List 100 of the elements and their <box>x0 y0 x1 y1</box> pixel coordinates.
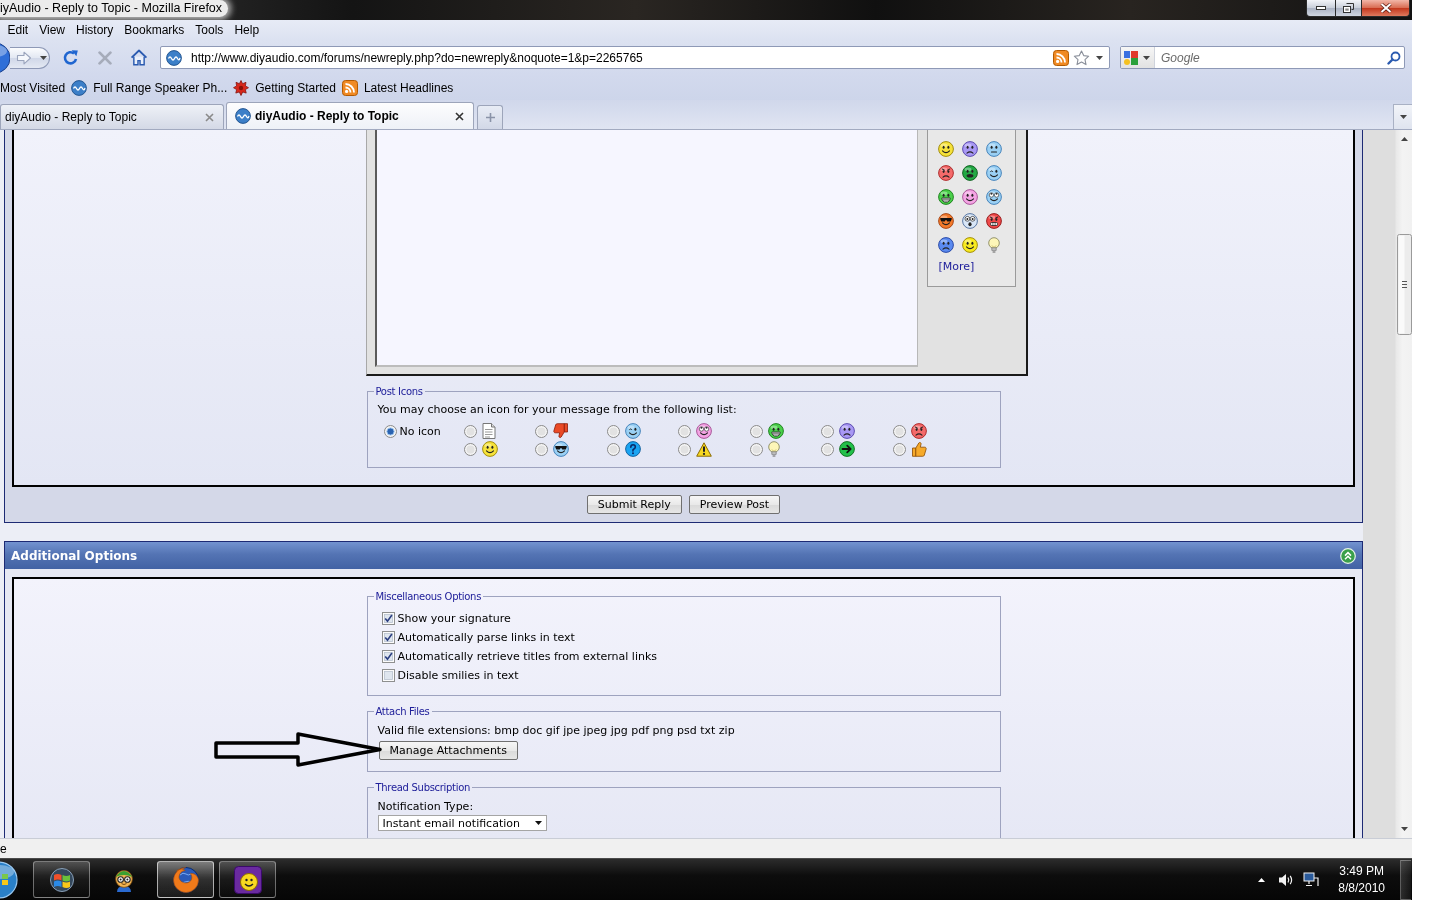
site-icon <box>71 79 88 96</box>
minimize-button[interactable] <box>1306 0 1336 17</box>
menu-item[interactable]: View <box>33 21 71 39</box>
sad-face-icon <box>839 423 855 439</box>
bookmark-item[interactable]: Most Visited <box>0 77 66 98</box>
close-icon[interactable] <box>455 111 464 121</box>
menu-item[interactable]: Tools <box>189 21 229 39</box>
back-button[interactable] <box>0 41 10 74</box>
new-tab-button[interactable] <box>477 105 503 129</box>
bookmark-star-icon[interactable] <box>1073 49 1090 66</box>
menu-item[interactable]: Help <box>228 21 265 39</box>
taskbar-button[interactable] <box>33 861 90 898</box>
flag-icon <box>48 867 75 892</box>
frowning-face-icon[interactable] <box>937 237 954 253</box>
clock-date: 8/8/2010 <box>1338 879 1385 897</box>
radio-button[interactable] <box>892 442 906 456</box>
network-icon[interactable] <box>1303 872 1320 887</box>
form-button[interactable]: Submit Reply <box>586 495 682 514</box>
tab[interactable]: diyAudio - Reply to Topic <box>0 104 224 129</box>
reload-icon[interactable] <box>62 48 79 67</box>
volume-icon[interactable] <box>1278 872 1295 887</box>
menu-item[interactable]: Bookmarks <box>118 21 190 39</box>
start-button[interactable] <box>0 860 18 899</box>
checkbox[interactable] <box>381 631 395 644</box>
plus-icon <box>485 113 495 122</box>
radio-button[interactable] <box>821 424 834 438</box>
radio-button[interactable] <box>678 442 691 456</box>
menu-item[interactable]: Edit <box>2 21 34 39</box>
status-text: e <box>0 841 7 856</box>
caret-icon[interactable] <box>1096 55 1103 60</box>
notification-type-select[interactable]: Instant email notification <box>377 815 547 831</box>
eye-roll-face-icon[interactable] <box>985 189 1002 205</box>
smiley-face-icon <box>696 423 712 439</box>
shocked-face-icon[interactable] <box>961 213 978 229</box>
radio-button[interactable] <box>749 442 763 456</box>
search-engine-button[interactable] <box>1121 47 1155 68</box>
checkbox[interactable] <box>381 669 395 682</box>
bookmark-item[interactable]: Latest Headlines <box>341 77 454 98</box>
address-bar[interactable]: http://www.diyaudio.com/forums/newreply.php?do=newreply&noquote=1&p=2265765 <box>160 46 1110 69</box>
radio-button[interactable] <box>535 424 548 438</box>
scrollbar-thumb[interactable] <box>1396 234 1412 335</box>
mad-face-icon[interactable] <box>985 213 1002 229</box>
confused-face-icon[interactable] <box>985 141 1002 157</box>
window-title: iyAudio - Reply to Topic - Mozilla Firefox <box>0 0 229 17</box>
radio-button[interactable] <box>749 424 763 438</box>
close-icon <box>1379 3 1392 13</box>
menu-item[interactable]: History <box>70 21 119 39</box>
forward-button[interactable] <box>10 46 50 69</box>
more-smilies-link[interactable]: [More] <box>938 260 975 274</box>
winking-face-icon[interactable] <box>985 165 1002 181</box>
radio-button[interactable] <box>383 424 397 438</box>
vertical-scrollbar[interactable] <box>1395 130 1412 838</box>
radio-button[interactable] <box>463 442 477 456</box>
radio-button[interactable] <box>892 424 906 438</box>
manage-attachments-button[interactable]: Manage Attachments <box>378 741 518 760</box>
form-button[interactable]: Preview Post <box>688 495 781 514</box>
checkbox[interactable] <box>381 612 395 625</box>
feed-icon[interactable] <box>1053 49 1069 66</box>
home-icon[interactable] <box>130 49 148 66</box>
search-field[interactable]: Google <box>1120 46 1405 69</box>
group-legend: Post Icons <box>373 385 425 398</box>
tab[interactable]: diyAudio - Reply to Topic <box>226 102 474 129</box>
radio-label: No icon <box>399 424 441 438</box>
show-desktop-button[interactable] <box>1400 859 1411 900</box>
angry-face-icon[interactable] <box>937 165 954 181</box>
group-legend: Miscellaneous Options <box>373 590 484 603</box>
field-label: Notification Type: <box>377 800 475 814</box>
laughing-face-icon[interactable] <box>961 165 978 181</box>
globe-icon <box>171 865 200 894</box>
checkbox-label: Automatically retrieve titles from external links <box>397 650 658 663</box>
smiley-face-icon[interactable] <box>961 189 978 205</box>
radio-button[interactable] <box>678 424 691 438</box>
scroll-down-icon[interactable] <box>1400 827 1408 831</box>
collapse-icon[interactable] <box>1340 547 1356 564</box>
restore-button[interactable] <box>1336 0 1362 17</box>
cartoon-character-icon <box>113 867 134 892</box>
taskbar-button[interactable] <box>219 861 276 898</box>
search-icon[interactable] <box>1387 50 1401 65</box>
bookmark-item[interactable]: Full Range Speaker Ph... <box>71 77 228 98</box>
caret-icon <box>1399 115 1407 119</box>
scroll-up-icon[interactable] <box>1400 137 1408 141</box>
sad-face-icon[interactable] <box>961 141 978 157</box>
checkbox[interactable] <box>381 650 395 663</box>
radio-button[interactable] <box>606 424 620 438</box>
caret-icon <box>534 821 542 825</box>
bookmark-item[interactable]: Getting Started <box>233 77 336 98</box>
radio-button[interactable] <box>463 424 477 438</box>
clock-time: 3:49 PM <box>1339 862 1384 880</box>
smiley-face-icon[interactable] <box>961 237 978 253</box>
grinning-face-icon[interactable] <box>937 189 954 205</box>
tab-list-button[interactable] <box>1393 104 1412 129</box>
close-button[interactable] <box>1362 0 1410 17</box>
taskbar-button[interactable] <box>157 861 214 898</box>
radio-button[interactable] <box>821 442 834 456</box>
smiley-face-icon[interactable] <box>937 141 954 157</box>
tray-expand-icon[interactable] <box>1258 877 1266 882</box>
radio-button[interactable] <box>535 442 548 456</box>
radio-button[interactable] <box>606 442 620 456</box>
sunglasses-face-icon[interactable] <box>937 213 954 229</box>
forward-arrow-icon <box>16 50 32 65</box>
